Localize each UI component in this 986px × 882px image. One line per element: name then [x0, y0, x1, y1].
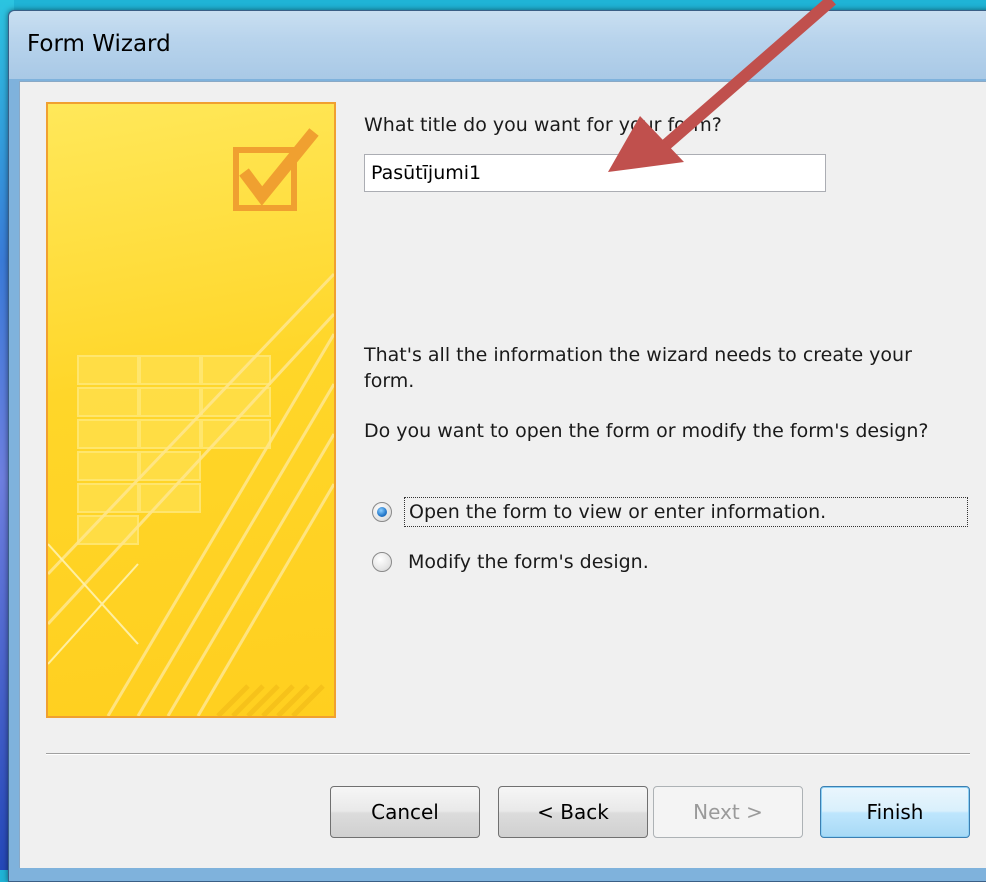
window-title: Form Wizard	[27, 31, 171, 57]
dialog-body: What title do you want for your form? Pa…	[19, 81, 986, 868]
option-open-form[interactable]: Open the form to view or enter informati…	[364, 494, 968, 530]
title-bar[interactable]: Form Wizard	[9, 11, 986, 79]
open-form-label[interactable]: Open the form to view or enter informati…	[404, 497, 968, 527]
back-button[interactable]: < Back	[498, 786, 648, 838]
modify-design-radio[interactable]	[372, 552, 392, 572]
next-button[interactable]: Next >	[653, 786, 803, 838]
form-title-prompt: What title do you want for your form?	[364, 114, 722, 136]
option-modify-design[interactable]: Modify the form's design.	[364, 544, 653, 580]
wizard-banner-image	[46, 102, 336, 718]
button-separator	[46, 753, 970, 755]
open-form-radio[interactable]	[372, 502, 392, 522]
modify-design-label[interactable]: Modify the form's design.	[404, 548, 653, 576]
form-title-input[interactable]: Pasūtījumi1	[364, 154, 826, 192]
wizard-info-text: That's all the information the wizard ne…	[364, 344, 912, 392]
cancel-button[interactable]: Cancel	[330, 786, 480, 838]
checkbox-icon	[233, 128, 319, 211]
wizard-question-text: Do you want to open the form or modify t…	[364, 420, 929, 442]
finish-button[interactable]: Finish	[820, 786, 970, 838]
wizard-banner-graphic	[48, 128, 334, 716]
form-wizard-dialog: Form Wizard What title do you want for y…	[8, 10, 986, 882]
